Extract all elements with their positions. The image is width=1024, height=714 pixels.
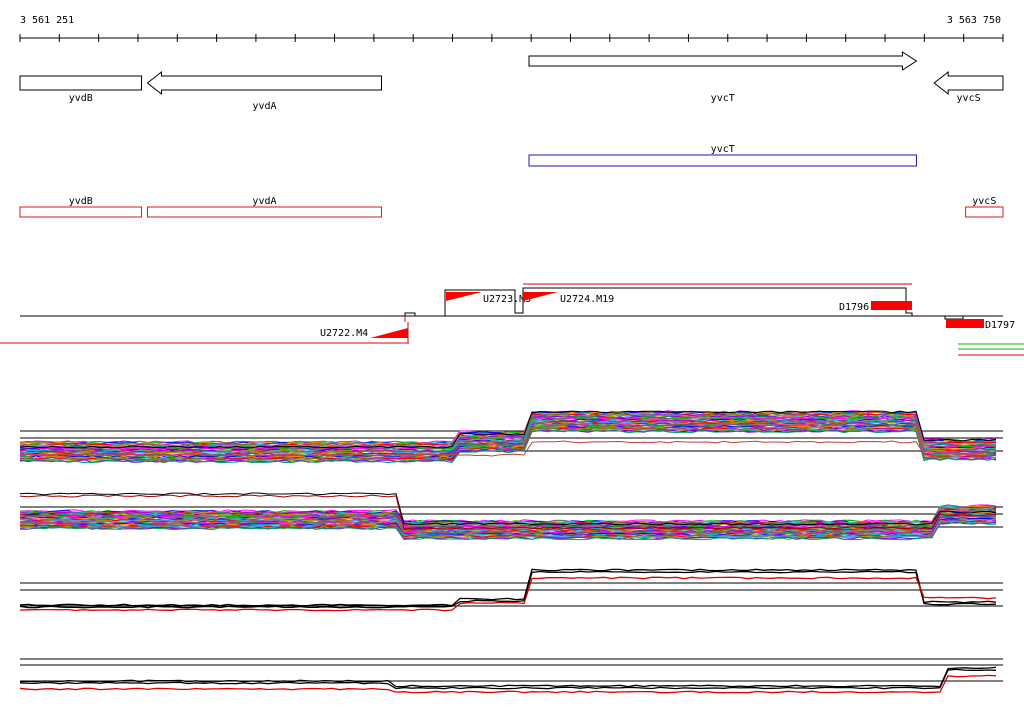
coordinate-axis: 3 561 251 3 563 750 (19, 15, 1004, 42)
gene-yvcS[interactable]: yvcS (933, 70, 1004, 104)
red-feature-yvdA[interactable] (146, 206, 382, 218)
region-track: U2722.M4 U2723.M3 U2724.M19 D1796 D1797 (0, 283, 1024, 356)
region-D1797-label: D1797 (985, 320, 1015, 331)
gene-yvcS-shape[interactable] (933, 70, 1004, 96)
expression-panel-4 (19, 658, 1003, 694)
red-feature-track: yvdB yvdA yvcS (19, 196, 1004, 218)
genome-browser-canvas: 3 561 251 3 563 750 yvdB yvdA yvcT yvcS … (0, 15, 1024, 694)
blue-feature-yvcT-label: yvcT (711, 144, 735, 155)
gene-yvdA[interactable]: yvdA (146, 70, 382, 112)
red-feature-yvdB-label: yvdB (69, 196, 93, 207)
region-D1796-label: D1796 (839, 302, 869, 313)
red-feature-yvcS-label: yvcS (972, 196, 996, 207)
region-U2723-M3[interactable]: U2723.M3 (446, 292, 531, 305)
gene-yvdB-shape[interactable] (19, 75, 143, 91)
region-D1797[interactable]: D1797 (946, 319, 1015, 331)
region-U2724-M19-label: U2724.M19 (560, 294, 614, 305)
expression-panel-2 (19, 492, 1003, 541)
gene-yvdB[interactable]: yvdB (19, 75, 143, 104)
axis-start-label: 3 561 251 (20, 15, 74, 26)
profile-line (19, 666, 997, 688)
gene-track: yvdB yvdA yvcT yvcS (19, 51, 1004, 112)
red-feature-yvdB[interactable] (19, 206, 143, 218)
region-U2722-M4-wedge[interactable] (370, 328, 408, 338)
profile-line (19, 568, 997, 607)
region-U2724-M19[interactable]: U2724.M19 (523, 292, 614, 305)
profile-line (19, 674, 997, 694)
gene-yvcS-label: yvcS (957, 93, 981, 104)
region-D1797-block[interactable] (946, 319, 984, 328)
region-D1796[interactable]: D1796 (839, 301, 912, 313)
gene-yvcT-shape[interactable] (528, 51, 918, 71)
blue-feature-track: yvcT (528, 144, 917, 167)
region-U2722-M4-label: U2722.M4 (320, 328, 368, 339)
gene-yvcT[interactable]: yvcT (528, 51, 918, 104)
region-U2722-M4[interactable]: U2722.M4 (320, 328, 408, 339)
expression-panel-1 (19, 410, 1003, 464)
axis-end-label: 3 563 750 (947, 15, 1001, 26)
region-U2724-M19-wedge[interactable] (523, 292, 558, 301)
blue-feature-yvcT[interactable] (528, 154, 917, 167)
gene-yvdB-label: yvdB (69, 93, 93, 104)
gene-yvcT-label: yvcT (711, 93, 735, 104)
region-U2723-M3-wedge[interactable] (446, 292, 482, 301)
expression-panel-3 (19, 568, 1003, 612)
gene-yvdA-label: yvdA (252, 101, 276, 112)
red-feature-yvdA-label: yvdA (252, 196, 276, 207)
gene-yvdA-shape[interactable] (146, 70, 382, 96)
red-feature-yvcS[interactable] (965, 206, 1004, 218)
expression-panels (19, 410, 1003, 694)
region-D1796-block[interactable] (871, 301, 912, 310)
